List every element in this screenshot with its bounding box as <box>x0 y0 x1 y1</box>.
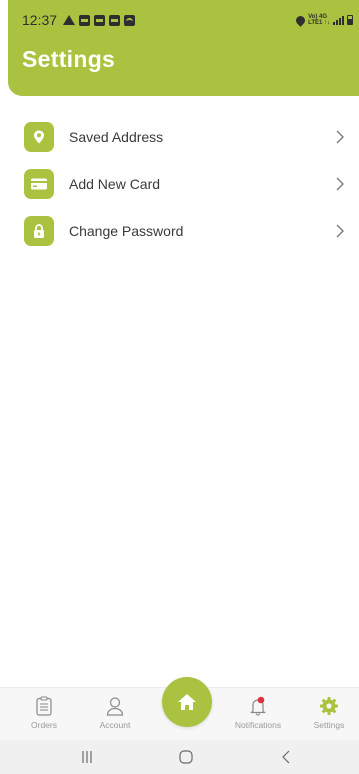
nav-orders[interactable]: Orders <box>9 696 79 730</box>
clipboard-icon <box>36 696 52 716</box>
gallery-icon <box>109 14 121 26</box>
network-indicator: Vo) 4G LTE1 ↑↓ <box>308 14 330 26</box>
battery-icon <box>347 15 353 25</box>
page-title: Settings <box>22 46 116 72</box>
menu-item-change-password[interactable]: Change Password <box>0 207 359 254</box>
lock-icon <box>24 215 54 246</box>
settings-menu: Saved Address Add New Card Change Passwo… <box>0 113 359 254</box>
recent-apps-button[interactable] <box>80 749 94 765</box>
gear-icon <box>320 697 338 715</box>
wifi-icon <box>124 14 136 26</box>
status-time: 12:37 <box>22 12 58 28</box>
menu-item-label: Change Password <box>69 222 184 239</box>
home-button[interactable] <box>162 677 212 727</box>
chevron-right-icon <box>331 175 349 193</box>
chevron-right-icon <box>331 128 349 146</box>
menu-item-label: Saved Address <box>69 128 164 145</box>
credit-card-icon <box>24 168 54 199</box>
home-icon <box>178 694 196 710</box>
status-bar: 12:37 Vo) 4G LTE1 ↑↓ <box>8 8 359 32</box>
signal-icon <box>333 15 344 25</box>
nav-label: Account <box>99 720 131 730</box>
nav-account[interactable]: Account <box>80 696 150 730</box>
home-outline-icon <box>179 750 193 764</box>
back-icon <box>282 750 290 764</box>
nav-label: Notifications <box>234 720 282 730</box>
nav-label: Orders <box>31 720 57 730</box>
menu-item-saved-address[interactable]: Saved Address <box>0 113 359 160</box>
system-home-button[interactable] <box>178 749 194 765</box>
location-icon <box>294 13 307 27</box>
nav-label: Settings <box>313 720 345 730</box>
recent-apps-icon <box>82 751 92 763</box>
system-nav-bar <box>0 740 359 774</box>
location-pin-icon <box>24 121 54 152</box>
menu-item-label: Add New Card <box>69 175 161 192</box>
system-back-button[interactable] <box>280 749 292 765</box>
bell-icon <box>250 696 266 716</box>
message-icon <box>79 14 91 26</box>
app-header: 12:37 Vo) 4G LTE1 ↑↓ Settings <box>8 0 359 96</box>
check-icon <box>94 14 106 26</box>
nav-settings[interactable]: Settings <box>294 696 359 730</box>
warning-icon <box>63 15 76 25</box>
network-bottom-label: LTE1 ↑↓ <box>308 20 330 26</box>
user-icon <box>106 697 124 716</box>
chevron-right-icon <box>331 222 349 240</box>
menu-item-add-new-card[interactable]: Add New Card <box>0 160 359 207</box>
nav-notifications[interactable]: Notifications <box>223 696 293 730</box>
